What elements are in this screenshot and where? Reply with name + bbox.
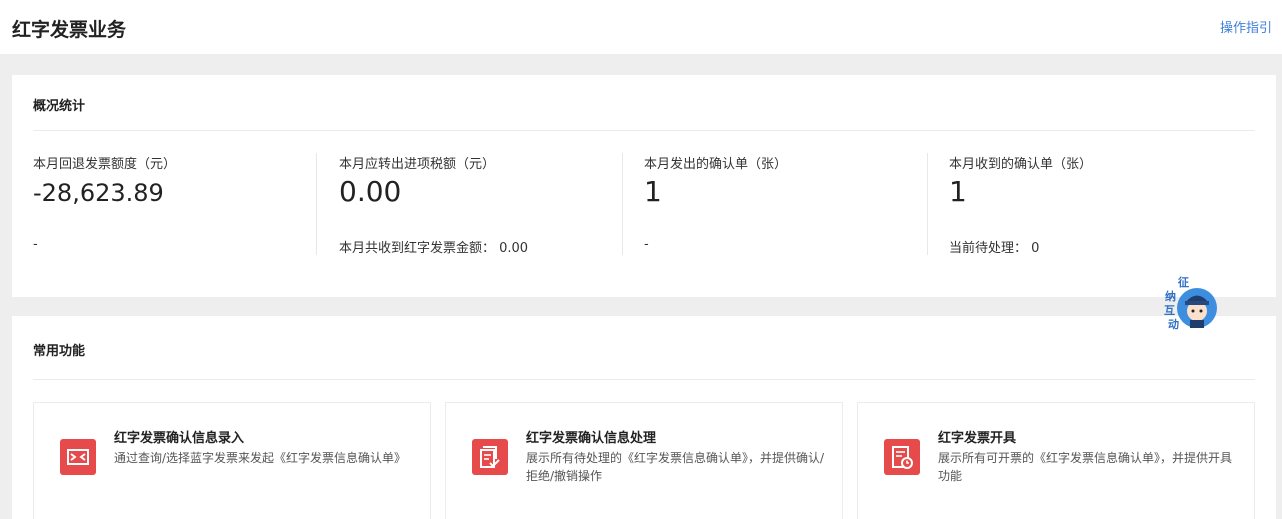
overview-card: 概况统计 本月回退发票额度（元） -28,623.89 - 本月应转出进项税额（… (12, 75, 1276, 297)
stat-sub: - (644, 237, 649, 252)
assistant-mascot-button[interactable]: 征 纳 互 动 (1163, 274, 1221, 334)
stat-label: 本月收到的确认单（张） (949, 157, 1093, 172)
function-card-entry[interactable]: 红字发票确认信息录入 通过查询/选择蓝字发票来发起《红字发票信息确认单》 (33, 402, 431, 519)
mascot-char: 互 (1164, 304, 1175, 317)
stat-label: 本月发出的确认单（张） (644, 157, 788, 172)
stat-input-tax-transfer: 本月应转出进项税额（元） 0.00 本月共收到红字发票金额： 0.00 (339, 153, 644, 256)
overview-divider (33, 130, 1255, 131)
functions-card: 常用功能 红字发票确认信息录入 通过查询/选择蓝字发票来发起《红字发票信息确认单… (12, 316, 1276, 519)
stat-label: 本月应转出进项税额（元） (339, 157, 496, 172)
stat-sub: 本月共收到红字发票金额： 0.00 (339, 241, 529, 256)
stat-returned-quota: 本月回退发票额度（元） -28,623.89 - (33, 153, 338, 255)
mascot-char: 征 (1178, 275, 1189, 289)
stat-value: 1 (949, 175, 967, 208)
function-title: 红字发票确认信息处理 (526, 431, 657, 446)
stat-sub: 当前待处理： 0 (949, 241, 1040, 256)
function-desc: 展示所有可开票的《红字发票信息确认单》，并提供开具功能 (938, 451, 1233, 483)
function-title: 红字发票确认信息录入 (114, 431, 245, 446)
function-desc: 通过查询/选择蓝字发票来发起《红字发票信息确认单》 (114, 451, 407, 465)
stat-value: 1 (644, 175, 662, 208)
stat-separator (316, 153, 317, 255)
stat-value: -28,623.89 (33, 179, 164, 207)
stat-sent-confirmations: 本月发出的确认单（张） 1 - (644, 153, 949, 255)
document-clock-icon (884, 439, 920, 475)
function-card-process[interactable]: 红字发票确认信息处理 展示所有待处理的《红字发票信息确认单》，并提供确认/拒绝/… (445, 402, 843, 519)
overview-title: 概况统计 (33, 99, 86, 114)
mascot-char: 动 (1168, 317, 1179, 331)
functions-divider (33, 379, 1255, 380)
page-header: 红字发票业务 操作指引 (0, 0, 1282, 54)
page-title: 红字发票业务 (12, 19, 127, 41)
stat-value: 0.00 (339, 175, 402, 208)
function-title: 红字发票开具 (938, 431, 1017, 446)
mascot-char: 纳 (1165, 289, 1176, 303)
function-desc: 展示所有待处理的《红字发票信息确认单》，并提供确认/拒绝/撤销操作 (526, 451, 825, 483)
function-card-issue[interactable]: 红字发票开具 展示所有可开票的《红字发票信息确认单》，并提供开具功能 (857, 402, 1255, 519)
arrows-exchange-icon (60, 439, 96, 475)
functions-title: 常用功能 (33, 344, 86, 359)
stat-separator (927, 153, 928, 255)
assistant-mascot-icon: 征 纳 互 动 (1164, 275, 1217, 331)
stat-sub: - (33, 237, 38, 252)
document-check-icon (472, 439, 508, 475)
guide-link[interactable]: 操作指引 (1220, 17, 1272, 36)
stat-received-confirmations: 本月收到的确认单（张） 1 当前待处理： 0 (949, 153, 1254, 256)
stat-label: 本月回退发票额度（元） (33, 157, 177, 172)
stat-separator (622, 153, 623, 255)
